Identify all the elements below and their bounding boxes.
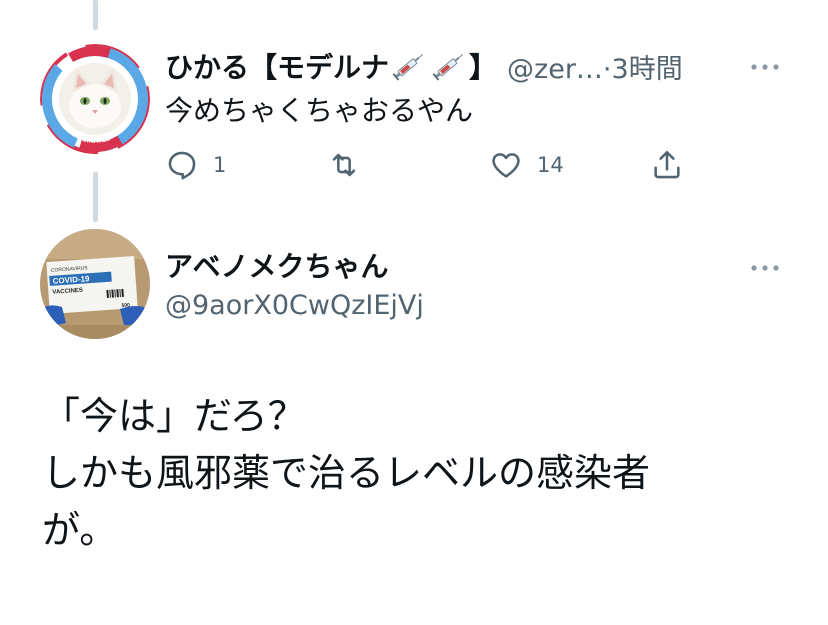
reply-button[interactable]: 1 (165, 145, 226, 185)
syringe-emoji-icon (391, 51, 427, 81)
tweet-text-line: しかも風邪薬で治るレベルの感染者 (42, 451, 651, 495)
separator-dot: · (602, 53, 612, 85)
like-button[interactable]: 14 (489, 145, 564, 185)
retweet-icon (332, 153, 356, 177)
thread-line-top (93, 0, 98, 30)
more-horizontal-icon (751, 265, 779, 271)
tweet-timestamp[interactable]: 3時間 (612, 54, 683, 85)
avatar[interactable]: CORONAVIRUS COVID-19 VACCINES 500 (40, 229, 150, 339)
reply-icon (168, 151, 196, 180)
main-tweet-text: 「今は」だろ？ しかも風邪薬で治るレベルの感染者 が。 (42, 388, 650, 559)
display-name-suffix: 】 (469, 51, 498, 84)
share-button[interactable] (650, 145, 684, 185)
display-name[interactable]: アベノメクちゃん (165, 245, 388, 285)
avatar[interactable]: I GOT VACCINATED I GOT VACCINATED (40, 44, 150, 154)
user-handle[interactable]: @9aorX0CwQzIEjVj (165, 290, 424, 321)
reply-count: 1 (213, 153, 227, 177)
reply-tweet-text: 今めちゃくちゃおるやん (165, 94, 474, 127)
user-handle[interactable]: @zer… (507, 54, 603, 85)
tweet-text-line: が。 (42, 508, 118, 552)
cat-avatar-icon: I GOT VACCINATED I GOT VACCINATED (40, 44, 150, 154)
syringe-emoji-icon (431, 51, 467, 81)
more-options-button[interactable] (750, 256, 780, 278)
retweet-button[interactable] (327, 145, 375, 185)
like-count: 14 (537, 153, 564, 177)
tweet-text-line: 「今は」だろ？ (42, 394, 306, 438)
reply-tweet-header: ひかる【モデルナ 】 @zer…·3時間 (165, 46, 683, 86)
heart-icon (492, 153, 520, 178)
tweet-action-bar: 1 14 (0, 145, 828, 185)
more-options-button[interactable] (750, 55, 780, 77)
vaccine-box-avatar-icon: CORONAVIRUS COVID-19 VACCINES 500 (40, 229, 150, 339)
more-horizontal-icon (751, 64, 779, 70)
display-name[interactable]: ひかる【モデルナ (165, 46, 389, 86)
share-icon (654, 150, 680, 179)
